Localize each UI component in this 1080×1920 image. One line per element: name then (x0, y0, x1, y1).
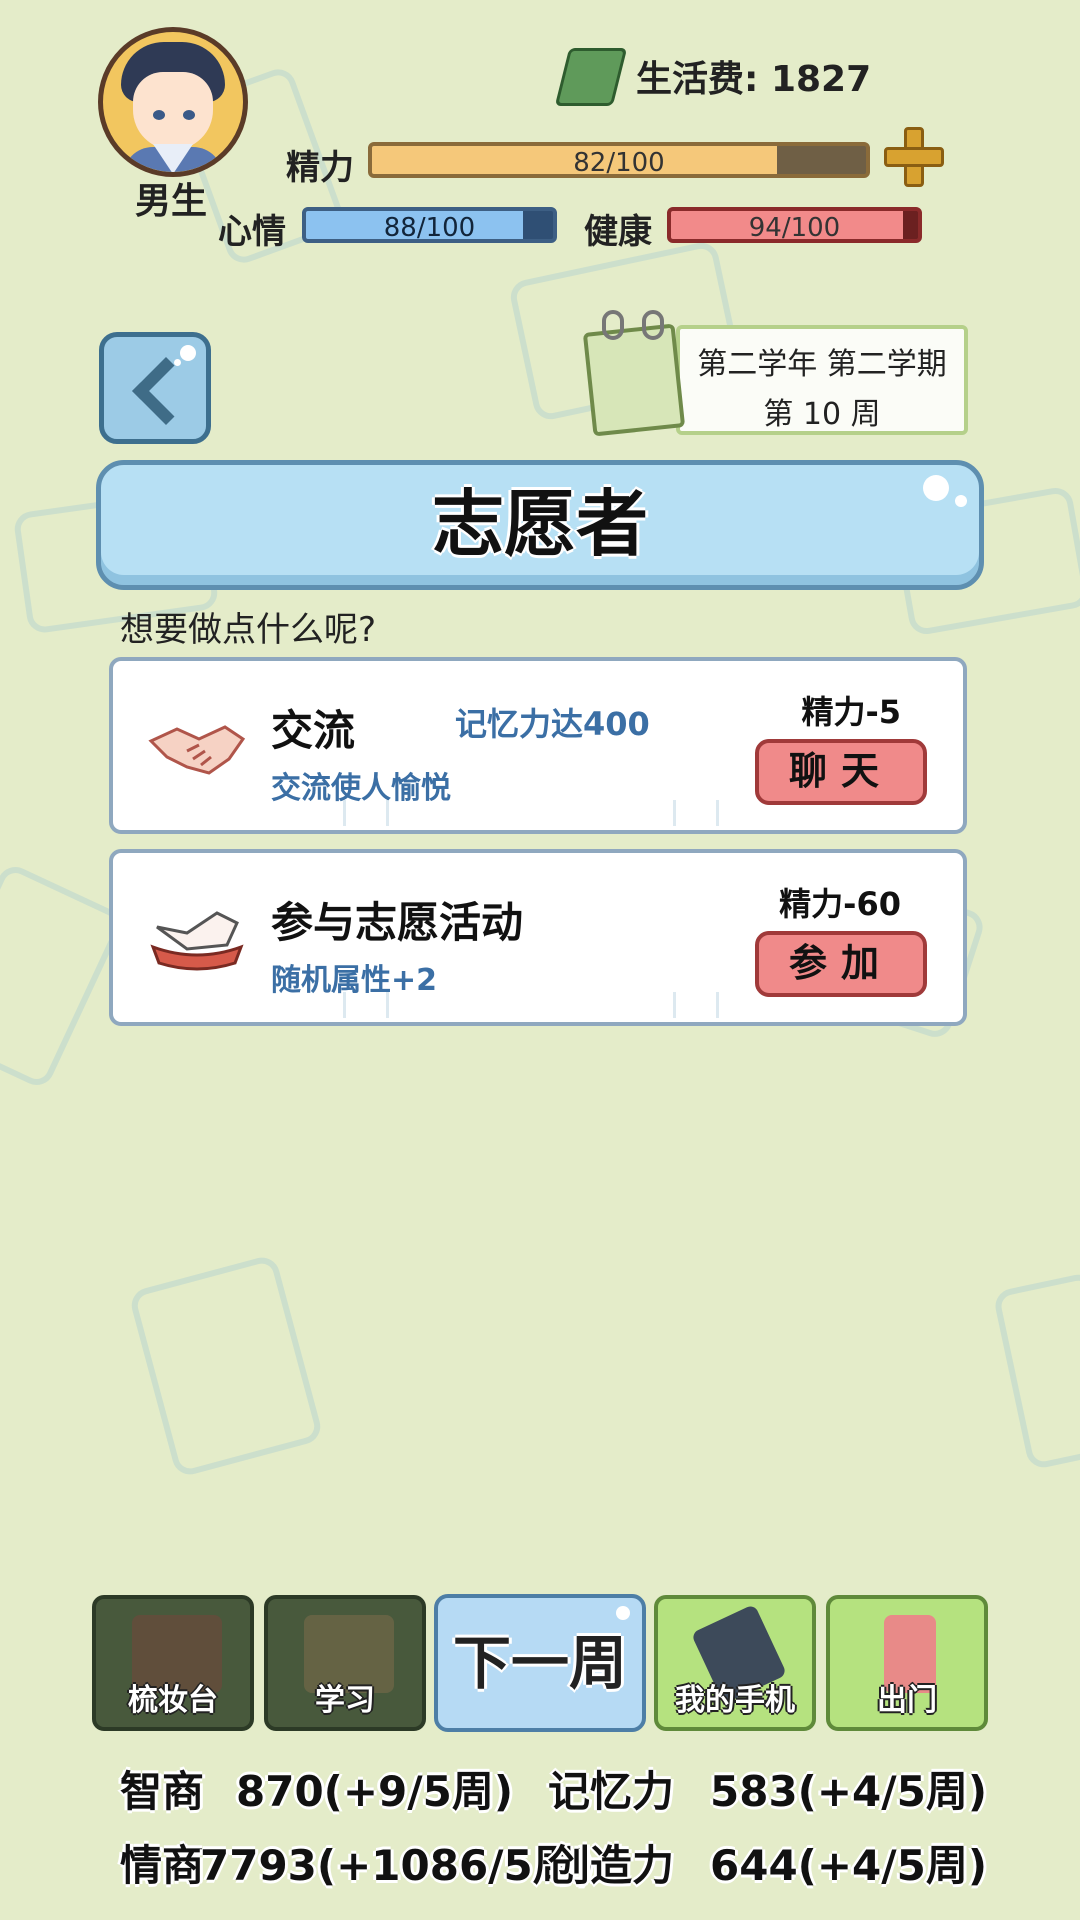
memory-value: 583(+4/5周) (710, 1767, 988, 1816)
vanity-button[interactable]: 梳妆台 (92, 1595, 254, 1731)
creativity-label: 创造力 (548, 1841, 675, 1890)
activity-name: 交流 (271, 706, 356, 755)
back-button[interactable] (99, 332, 211, 444)
energy-label: 精力 (286, 148, 354, 188)
calendar-icon (580, 306, 690, 437)
health-bar: 94/100 (667, 207, 922, 243)
mood-bar: 88/100 (302, 207, 557, 243)
study-button[interactable]: 学习 (264, 1595, 426, 1731)
add-energy-button[interactable] (884, 127, 944, 187)
energy-bar: 82/100 (368, 142, 870, 178)
handshake-icon (148, 725, 246, 775)
activity-cost: 精力-60 (779, 885, 901, 923)
money-value: 1827 (770, 59, 872, 100)
player-avatar[interactable] (98, 27, 248, 177)
health-value: 94/100 (748, 213, 841, 243)
week-text: 第 10 周 (763, 397, 881, 432)
study-label: 学习 (315, 1683, 375, 1718)
creativity-value: 644(+4/5周) (710, 1841, 988, 1890)
next-week-label: 下一周 (452, 1629, 627, 1697)
page-title: 志愿者 (431, 482, 648, 566)
activity-cost: 精力-5 (801, 693, 901, 731)
activity-name: 参与志愿活动 (271, 898, 524, 947)
join-button[interactable]: 参加 (755, 931, 927, 997)
activity-card: 参与志愿活动 随机属性+2 精力-60 参加 (109, 849, 967, 1026)
chat-button[interactable]: 聊天 (755, 739, 927, 805)
activity-requirement: 记忆力达400 (455, 705, 650, 743)
background-decoration (992, 1271, 1080, 1471)
phone-label: 我的手机 (675, 1683, 795, 1718)
go-out-button[interactable]: 出门 (826, 1595, 988, 1731)
background-decoration (0, 861, 127, 1091)
chevron-left-icon (132, 357, 200, 425)
phone-button[interactable]: 我的手机 (654, 1595, 816, 1731)
calendar-card: 第二学年 第二学期 第 10 周 (676, 325, 968, 435)
iq-value: 870(+9/5周) (236, 1767, 514, 1816)
volunteer-hand-icon (150, 911, 244, 971)
money-label: 生活费: (636, 59, 759, 100)
page-title-banner: 志愿者 (96, 460, 984, 590)
vanity-label: 梳妆台 (128, 1683, 218, 1718)
go-out-label: 出门 (877, 1683, 937, 1718)
activity-card: 交流 记忆力达400 交流使人愉悦 精力-5 聊天 (109, 657, 967, 834)
health-label: 健康 (584, 212, 652, 252)
semester-text: 第二学年 第二学期 (697, 347, 947, 382)
memory-label: 记忆力 (548, 1767, 675, 1816)
eq-value: 7793(+1086/5周) (200, 1841, 594, 1890)
iq-label: 智商 (120, 1767, 205, 1816)
next-week-button[interactable]: 下一周 (434, 1594, 646, 1732)
background-decoration (127, 1253, 325, 1479)
prompt-text: 想要做点什么呢? (120, 610, 377, 650)
mood-label: 心情 (218, 212, 286, 252)
money-icon (554, 48, 628, 106)
mood-value: 88/100 (383, 213, 476, 243)
energy-value: 82/100 (573, 148, 665, 178)
player-gender: 男生 (135, 181, 208, 222)
money-display: 生活费: 1827 (636, 50, 871, 102)
eq-label: 情商 (120, 1841, 205, 1890)
